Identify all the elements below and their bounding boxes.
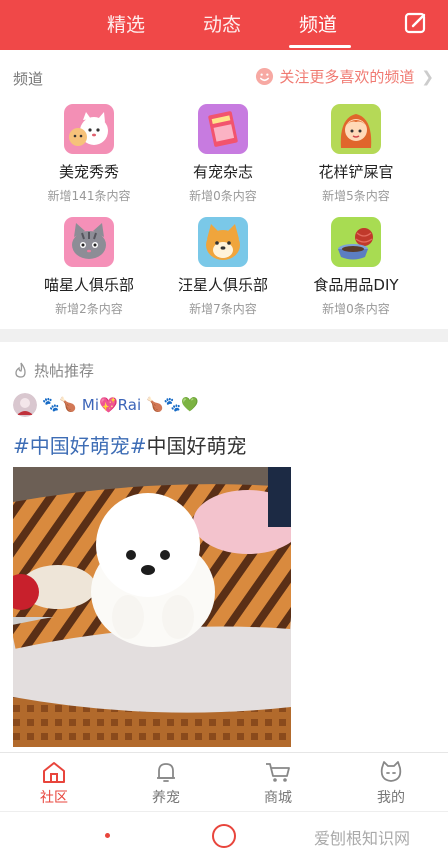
hot-posts-header: 热帖推荐	[13, 360, 94, 381]
channel-name: 食品用品DIY	[313, 276, 399, 294]
post-title-text: 中国好萌宠	[146, 434, 247, 458]
magazine-icon	[198, 104, 248, 154]
channel-name: 汪星人俱乐部	[177, 276, 268, 294]
channel-name: 花样铲屎官	[318, 163, 394, 181]
tab-feed[interactable]: 动态	[203, 10, 241, 37]
nav-community[interactable]: 社区	[24, 760, 84, 807]
nav-shop[interactable]: 商城	[248, 760, 308, 807]
pomeranian-photo	[13, 467, 291, 747]
edit-icon[interactable]	[404, 11, 428, 35]
channel-new-count: 新增0条内容	[322, 302, 390, 316]
nav-label: 我的	[377, 790, 405, 806]
post-title[interactable]: #中国好萌宠#中国好萌宠	[13, 430, 247, 459]
channel-new-count: 新增0条内容	[189, 189, 257, 203]
username[interactable]: Mi💖Rai	[82, 396, 141, 414]
home-circle-icon[interactable]	[212, 824, 236, 848]
section-divider	[0, 329, 448, 342]
channel-item[interactable]: 花样铲屎官 新增5条内容	[286, 104, 426, 204]
girl-icon	[331, 104, 381, 154]
house-icon	[43, 762, 65, 783]
post-author[interactable]: 🐾🍗 Mi💖Rai 🍗🐾💚	[13, 392, 198, 418]
nav-label: 商城	[264, 790, 292, 806]
nav-label: 社区	[40, 790, 68, 806]
tab-channels[interactable]: 频道	[299, 10, 337, 37]
channel-item[interactable]: 美宠秀秀 新增141条内容	[19, 104, 159, 204]
channel-name: 喵星人俱乐部	[43, 276, 134, 294]
username-emoji-prefix: 🐾🍗	[42, 397, 77, 413]
hot-posts-title: 热帖推荐	[34, 362, 95, 380]
channel-item[interactable]: 汪星人俱乐部 新增7条内容	[153, 217, 293, 317]
top-bar: 精选 动态 频道	[0, 0, 448, 50]
post-image[interactable]	[13, 467, 291, 747]
cart-icon	[266, 763, 290, 782]
smile-icon	[256, 67, 274, 86]
post-tag[interactable]: #中国好萌宠#	[13, 434, 147, 458]
cat-icon	[64, 217, 114, 267]
cat-dog-icon	[64, 104, 114, 154]
nav-profile[interactable]: 我的	[361, 760, 421, 807]
channel-name: 有宠杂志	[192, 163, 253, 181]
dog-icon	[198, 217, 248, 267]
active-tab-indicator	[289, 45, 351, 48]
tab-featured[interactable]: 精选	[107, 10, 145, 37]
channel-new-count: 新增2条内容	[55, 302, 123, 316]
bowl-yarn-icon	[331, 217, 381, 267]
follow-link-label: 关注更多喜欢的频道	[279, 68, 415, 86]
chevron-right-icon: ❯	[421, 67, 434, 86]
channels-section-title: 频道	[13, 70, 44, 88]
channel-new-count: 新增141条内容	[47, 189, 131, 203]
channel-item[interactable]: 有宠杂志 新增0条内容	[153, 104, 293, 204]
bell-icon	[157, 763, 175, 782]
pet-face-icon	[380, 761, 402, 782]
nav-label: 养宠	[152, 790, 180, 806]
channel-item[interactable]: 喵星人俱乐部 新增2条内容	[19, 217, 159, 317]
watermark: 爱刨根知识网	[314, 829, 411, 848]
avatar[interactable]	[13, 393, 37, 417]
channel-name: 美宠秀秀	[58, 163, 119, 181]
follow-more-channels-link[interactable]: 关注更多喜欢的频道 ❯	[255, 66, 434, 87]
channel-new-count: 新增7条内容	[189, 302, 257, 316]
username-emoji-suffix: 🍗🐾💚	[146, 397, 199, 413]
flame-icon	[15, 362, 26, 378]
back-dot-icon[interactable]	[105, 833, 110, 838]
nav-pet-care[interactable]: 养宠	[136, 760, 196, 807]
channel-new-count: 新增5条内容	[322, 189, 390, 203]
channel-item[interactable]: 食品用品DIY 新增0条内容	[286, 217, 426, 317]
bottom-nav: 社区 养宠 商城 我的	[0, 752, 448, 810]
